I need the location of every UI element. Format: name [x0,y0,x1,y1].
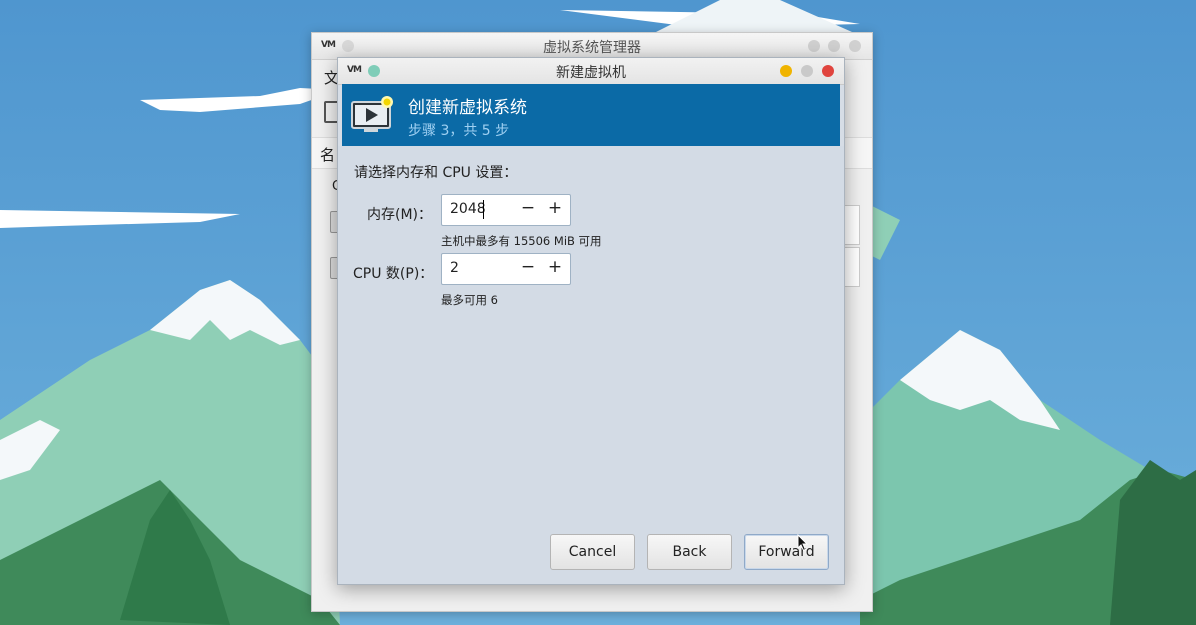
cpu-decrement-button[interactable]: − [519,257,537,277]
mouse-pointer-icon [797,534,809,552]
close-button[interactable] [822,65,834,77]
maximize-button[interactable] [801,65,813,77]
memory-decrement-button[interactable]: − [519,198,537,218]
close-button[interactable] [849,40,861,52]
memory-spinner[interactable]: 2048 − + [441,194,571,226]
minimize-button[interactable] [808,40,820,52]
memory-label: 内存(M)： [367,207,433,223]
dialog-content: 请选择内存和 CPU 设置： 内存(M)： 2048 − + 主机中最多有 15… [338,146,844,584]
new-vm-dialog: VM 新建虚拟机 创建新虚拟系统 步骤 3，共 5 步 请选择内存和 CPU 设… [337,57,845,585]
banner-step: 步骤 3，共 5 步 [408,123,510,139]
back-button[interactable]: Back [647,534,732,570]
main-window-titlebar[interactable]: VM 虚拟系统管理器 [312,33,872,60]
cancel-button[interactable]: Cancel [550,534,635,570]
forward-button[interactable]: Forward [744,534,829,570]
cpu-label: CPU 数(P)： [353,266,434,282]
maximize-button[interactable] [828,40,840,52]
memory-value[interactable]: 2048 [450,201,486,217]
main-window-title: 虚拟系统管理器 [543,40,641,56]
dialog-titlebar[interactable]: VM 新建虚拟机 [338,58,844,85]
cpu-spinner[interactable]: 2 − + [441,253,571,285]
memory-hint: 主机中最多有 15506 MiB 可用 [441,234,602,248]
minimize-button[interactable] [780,65,792,77]
wizard-banner: 创建新虚拟系统 步骤 3，共 5 步 [342,84,840,146]
cpu-value[interactable]: 2 [450,260,459,276]
dialog-title: 新建虚拟机 [556,65,626,81]
banner-title: 创建新虚拟系统 [408,98,527,118]
instruction-text: 请选择内存和 CPU 设置： [354,165,518,181]
new-vm-monitor-icon [351,96,393,132]
cpu-hint: 最多可用 6 [441,293,498,307]
memory-increment-button[interactable]: + [546,198,564,218]
text-caret [483,200,484,219]
column-name-header[interactable]: 名 [320,144,335,165]
cpu-increment-button[interactable]: + [546,257,564,277]
